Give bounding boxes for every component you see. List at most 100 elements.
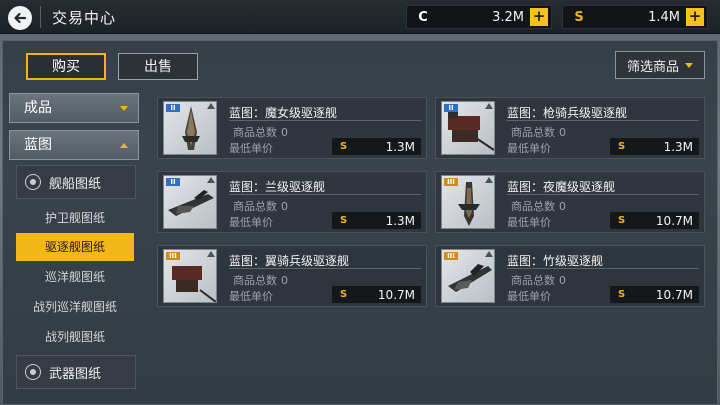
corner-arrow-icon (207, 103, 215, 109)
leaf-frigate[interactable]: 护卫舰图纸 (16, 204, 134, 232)
price-box: S 1.3M (332, 138, 421, 155)
price-value: 10.7M (377, 287, 415, 302)
product-card[interactable]: III 蓝图：翼骑兵级驱逐舰 商品总数 0 最低单价 S 10.7M (157, 245, 427, 307)
credits-icon: C (418, 9, 428, 25)
circle-dot-icon (25, 174, 41, 190)
top-bar: 交易中心 C 3.2M + S 1.4M + (0, 0, 720, 34)
card-divider (507, 120, 699, 121)
total-value: 0 (281, 200, 288, 213)
ship-thumbnail: II (163, 101, 217, 155)
product-total: 商品总数 0 (507, 124, 566, 140)
tier-badge: II (166, 104, 180, 112)
min-price-label: 最低单价 (229, 216, 273, 229)
price-value: 1.3M (385, 213, 415, 228)
price-box: S 1.3M (332, 212, 421, 229)
min-price-label: 最低单价 (507, 290, 551, 303)
price-value: 10.7M (655, 213, 693, 228)
category-sidebar: 成品 蓝图 舰船图纸 护卫舰图纸 驱逐舰图纸 巡洋舰图纸 战列巡洋舰图纸 战列舰… (7, 93, 139, 403)
product-total: 商品总数 0 (229, 198, 288, 214)
card-divider (229, 268, 421, 269)
product-name: 蓝图：翼骑兵级驱逐舰 (229, 254, 350, 268)
leaf-battleship[interactable]: 战列舰图纸 (16, 323, 134, 351)
page-title: 交易中心 (52, 9, 117, 27)
tier-badge: II (444, 104, 458, 112)
category-finished[interactable]: 成品 (9, 93, 139, 123)
total-label: 商品总数 (233, 126, 277, 139)
product-card[interactable]: III 蓝图：夜魔级驱逐舰 商品总数 0 最低单价 S 10.7M (435, 171, 705, 233)
price-value: 1.3M (385, 139, 415, 154)
leaf-cruiser[interactable]: 巡洋舰图纸 (16, 263, 134, 291)
product-total: 商品总数 0 (507, 272, 566, 288)
corner-arrow-icon (207, 251, 215, 257)
min-price-label: 最低单价 (229, 290, 273, 303)
subcategory-weapon-label: 武器图纸 (49, 366, 102, 382)
silver-icon: S (618, 215, 626, 226)
leaf-battlecruiser[interactable]: 战列巡洋舰图纸 (16, 293, 134, 321)
corner-arrow-icon (207, 177, 215, 183)
total-value: 0 (559, 200, 566, 213)
back-button[interactable] (8, 6, 32, 30)
product-card[interactable]: II 蓝图：枪骑兵级驱逐舰 商品总数 0 最低单价 S 1.3M (435, 97, 705, 159)
currency-s-value: 1.4M (648, 9, 680, 25)
tab-buy[interactable]: 购买 (26, 53, 106, 80)
card-divider (229, 194, 421, 195)
product-total: 商品总数 0 (229, 124, 288, 140)
filter-label: 筛选商品 (626, 59, 679, 75)
add-currency-c-button[interactable]: + (530, 8, 548, 26)
subcategory-weapon-blueprints[interactable]: 武器图纸 (16, 355, 136, 389)
total-label: 商品总数 (233, 200, 277, 213)
chevron-up-icon (120, 143, 128, 148)
chevron-down-icon (120, 106, 128, 111)
total-value: 0 (559, 274, 566, 287)
total-label: 商品总数 (511, 126, 555, 139)
category-blueprint-label: 蓝图 (24, 137, 52, 153)
ship-thumbnail: III (441, 249, 495, 303)
corner-arrow-icon (485, 103, 493, 109)
category-blueprint[interactable]: 蓝图 (9, 130, 139, 160)
tier-badge: III (444, 178, 458, 186)
currency-s: S 1.4M + (562, 5, 708, 29)
min-price-label: 最低单价 (507, 142, 551, 155)
product-name: 蓝图：魔女级驱逐舰 (229, 106, 338, 120)
tier-badge: II (166, 178, 180, 186)
total-label: 商品总数 (233, 274, 277, 287)
product-card[interactable]: III 蓝图：竹级驱逐舰 商品总数 0 最低单价 S 10.7M (435, 245, 705, 307)
product-total: 商品总数 0 (229, 272, 288, 288)
product-name: 蓝图：枪骑兵级驱逐舰 (507, 106, 628, 120)
product-name: 蓝图：兰级驱逐舰 (229, 180, 326, 194)
total-label: 商品总数 (511, 274, 555, 287)
silver-icon: S (618, 289, 626, 300)
price-box: S 10.7M (610, 212, 699, 229)
product-card[interactable]: II 蓝图：兰级驱逐舰 商品总数 0 最低单价 S 1.3M (157, 171, 427, 233)
chevron-down-icon (685, 62, 693, 68)
title-divider (40, 6, 41, 28)
silver-icon: S (340, 141, 348, 152)
product-total: 商品总数 0 (507, 198, 566, 214)
min-price-label: 最低单价 (229, 142, 273, 155)
price-box: S 10.7M (332, 286, 421, 303)
total-value: 0 (281, 126, 288, 139)
product-name: 蓝图：夜魔级驱逐舰 (507, 180, 616, 194)
product-card[interactable]: II 蓝图：魔女级驱逐舰 商品总数 0 最低单价 S 1.3M (157, 97, 427, 159)
tab-sell[interactable]: 出售 (118, 53, 198, 80)
ship-thumbnail: II (441, 101, 495, 155)
filter-button[interactable]: 筛选商品 (615, 51, 705, 79)
silver-icon: S (574, 9, 584, 25)
category-finished-label: 成品 (24, 100, 52, 116)
tier-badge: III (166, 252, 180, 260)
price-value: 1.3M (663, 139, 693, 154)
trade-panel: 购买 出售 筛选商品 成品 蓝图 舰船图纸 护卫舰图纸 驱逐舰图纸 巡洋舰图纸 … (2, 40, 718, 405)
corner-arrow-icon (485, 251, 493, 257)
add-currency-s-button[interactable]: + (686, 8, 704, 26)
silver-icon: S (618, 141, 626, 152)
subcategory-ship-blueprints[interactable]: 舰船图纸 (16, 165, 136, 199)
price-value: 10.7M (655, 287, 693, 302)
corner-arrow-icon (485, 177, 493, 183)
silver-icon: S (340, 215, 348, 226)
subcategory-ship-label: 舰船图纸 (49, 176, 102, 192)
price-box: S 1.3M (610, 138, 699, 155)
card-divider (507, 268, 699, 269)
total-value: 0 (281, 274, 288, 287)
ship-thumbnail: III (441, 175, 495, 229)
leaf-destroyer[interactable]: 驱逐舰图纸 (16, 233, 134, 261)
